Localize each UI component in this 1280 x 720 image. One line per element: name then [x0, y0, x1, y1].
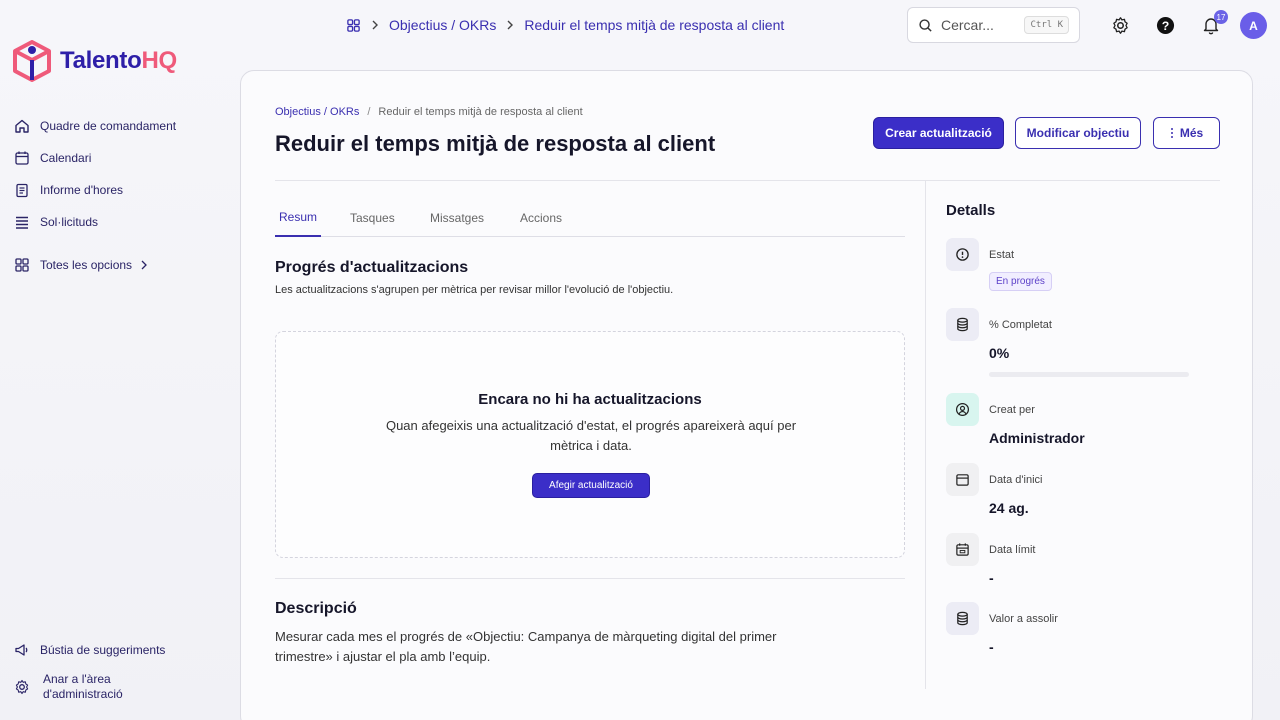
sidebar-item-all-options[interactable]: Totes les opcions	[14, 249, 224, 281]
sidebar-nav: Quadre de comandament Calendari Informe …	[14, 110, 224, 281]
home-icon	[15, 119, 29, 133]
search-input[interactable]: Cercar... Ctrl K	[907, 7, 1080, 43]
gear-icon	[15, 679, 29, 695]
tab-messages[interactable]: Missatges	[430, 199, 484, 237]
tab-tasks[interactable]: Tasques	[350, 199, 395, 237]
tabs: Resum Tasques Missatges Accions	[275, 199, 905, 237]
chevron-right-icon	[507, 20, 514, 30]
alert-circle-icon	[946, 238, 979, 271]
user-circle-icon	[946, 393, 979, 426]
breadcrumb-current[interactable]: Reduir el temps mitjà de resposta al cli…	[524, 17, 784, 33]
empty-state-title: Encara no hi ha actualitzacions	[478, 391, 702, 408]
gear-icon	[1112, 16, 1128, 34]
sidebar-item-dashboard[interactable]: Quadre de comandament	[14, 110, 224, 142]
search-icon	[919, 18, 932, 32]
help-icon: ?	[1156, 16, 1174, 34]
breadcrumb: Objectius / OKRs / Reduir el temps mitjà…	[275, 106, 583, 118]
top-breadcrumb: Objectius / OKRs Reduir el temps mitjà d…	[346, 14, 784, 36]
sidebar-item-label: Totes les opcions	[40, 258, 133, 272]
chevron-right-icon	[372, 20, 378, 30]
description-title: Descripció	[275, 600, 357, 617]
detail-label: Estat	[989, 249, 1015, 261]
avatar[interactable]: A	[1240, 12, 1267, 39]
sidebar: TalentoHQ Quadre de comandament Calendar…	[0, 0, 240, 720]
help-button[interactable]: ?	[1154, 14, 1176, 36]
settings-button[interactable]	[1109, 14, 1131, 36]
details-title: Detalls	[946, 202, 996, 219]
more-label: Més	[1179, 126, 1204, 140]
divider	[275, 180, 1220, 181]
create-update-button[interactable]: Crear actualització	[873, 117, 1004, 149]
logo-wordmark: TalentoHQ	[60, 47, 177, 74]
main-card: Objectius / OKRs / Reduir el temps mitjà…	[240, 70, 1253, 720]
divider	[275, 578, 905, 579]
page-title: Reduir el temps mitjà de resposta al cli…	[275, 131, 716, 156]
due-date-value: -	[989, 570, 994, 586]
detail-label: Valor a assolir	[989, 613, 1058, 625]
sidebar-item-requests[interactable]: Sol·licituds	[14, 206, 224, 238]
list-icon	[16, 216, 28, 229]
empty-state: Encara no hi ha actualitzacions Quan afe…	[275, 331, 905, 558]
divider	[925, 181, 926, 689]
chevron-right-icon	[141, 260, 147, 270]
start-date-value: 24 ag.	[989, 500, 1029, 516]
status-badge: En progrés	[989, 272, 1052, 291]
breadcrumb-link[interactable]: Objectius / OKRs	[275, 106, 359, 118]
logo-cube-icon	[13, 40, 51, 82]
completion-value: 0%	[989, 345, 1010, 361]
calendar-due-icon	[946, 533, 979, 566]
sidebar-item-label: Anar a l'àrea d'administració	[43, 672, 123, 701]
sidebar-item-label: Calendari	[40, 151, 92, 165]
svg-text:?: ?	[1161, 18, 1169, 32]
detail-label: Creat per	[989, 404, 1035, 416]
more-vertical-icon	[1170, 128, 1173, 138]
sidebar-item-label: Sol·licituds	[40, 215, 99, 229]
search-shortcut: Ctrl K	[1024, 16, 1069, 34]
notification-badge: 17	[1214, 10, 1228, 24]
breadcrumb-current: Reduir el temps mitjà de resposta al cli…	[378, 106, 583, 118]
grid-icon	[15, 258, 29, 272]
more-button[interactable]: Més	[1153, 117, 1220, 149]
search-placeholder: Cercar...	[941, 17, 994, 33]
app-logo[interactable]: TalentoHQ	[12, 40, 177, 82]
detail-label: Data d'inici	[989, 474, 1043, 486]
detail-label: % Completat	[989, 319, 1052, 331]
sidebar-item-label: Informe d'hores	[40, 183, 123, 197]
sidebar-item-calendar[interactable]: Calendari	[14, 142, 224, 174]
calendar-icon	[15, 151, 29, 165]
breadcrumb-separator: /	[367, 106, 371, 118]
add-update-button[interactable]: Afegir actualització	[532, 473, 650, 498]
sidebar-item-admin[interactable]: Anar a l'àrea d'administració	[14, 664, 224, 710]
tab-summary[interactable]: Resum	[275, 199, 322, 237]
sidebar-bottom: Bústia de suggeriments Anar a l'àrea d'ad…	[14, 636, 224, 710]
sidebar-item-timesheet[interactable]: Informe d'hores	[14, 174, 224, 206]
empty-state-description: Quan afegeixis una actualització d'estat…	[385, 418, 797, 453]
progress-bar	[989, 372, 1189, 377]
sidebar-item-suggestions[interactable]: Bústia de suggeriments	[14, 636, 224, 664]
breadcrumb-link[interactable]: Objectius / OKRs	[389, 17, 496, 33]
database-icon	[946, 308, 979, 341]
tab-actions[interactable]: Accions	[520, 199, 562, 237]
sidebar-item-label: Bústia de suggeriments	[40, 643, 166, 657]
created-by-value: Administrador	[989, 430, 1085, 446]
progress-section-description: Les actualitzacions s'agrupen per mètric…	[275, 284, 674, 296]
edit-objective-button[interactable]: Modificar objectiu	[1015, 117, 1141, 149]
grid-icon[interactable]	[346, 18, 361, 33]
target-value: -	[989, 639, 994, 655]
description-text: Mesurar cada mes el progrés de «Objectiu…	[275, 629, 777, 664]
clipboard-icon	[16, 183, 28, 198]
megaphone-icon	[15, 644, 28, 656]
calendar-icon	[946, 463, 979, 496]
progress-section-title: Progrés d'actualitzacions	[275, 259, 469, 276]
database-icon	[946, 602, 979, 635]
sidebar-item-label: Quadre de comandament	[40, 119, 177, 133]
detail-label: Data límit	[989, 544, 1036, 556]
